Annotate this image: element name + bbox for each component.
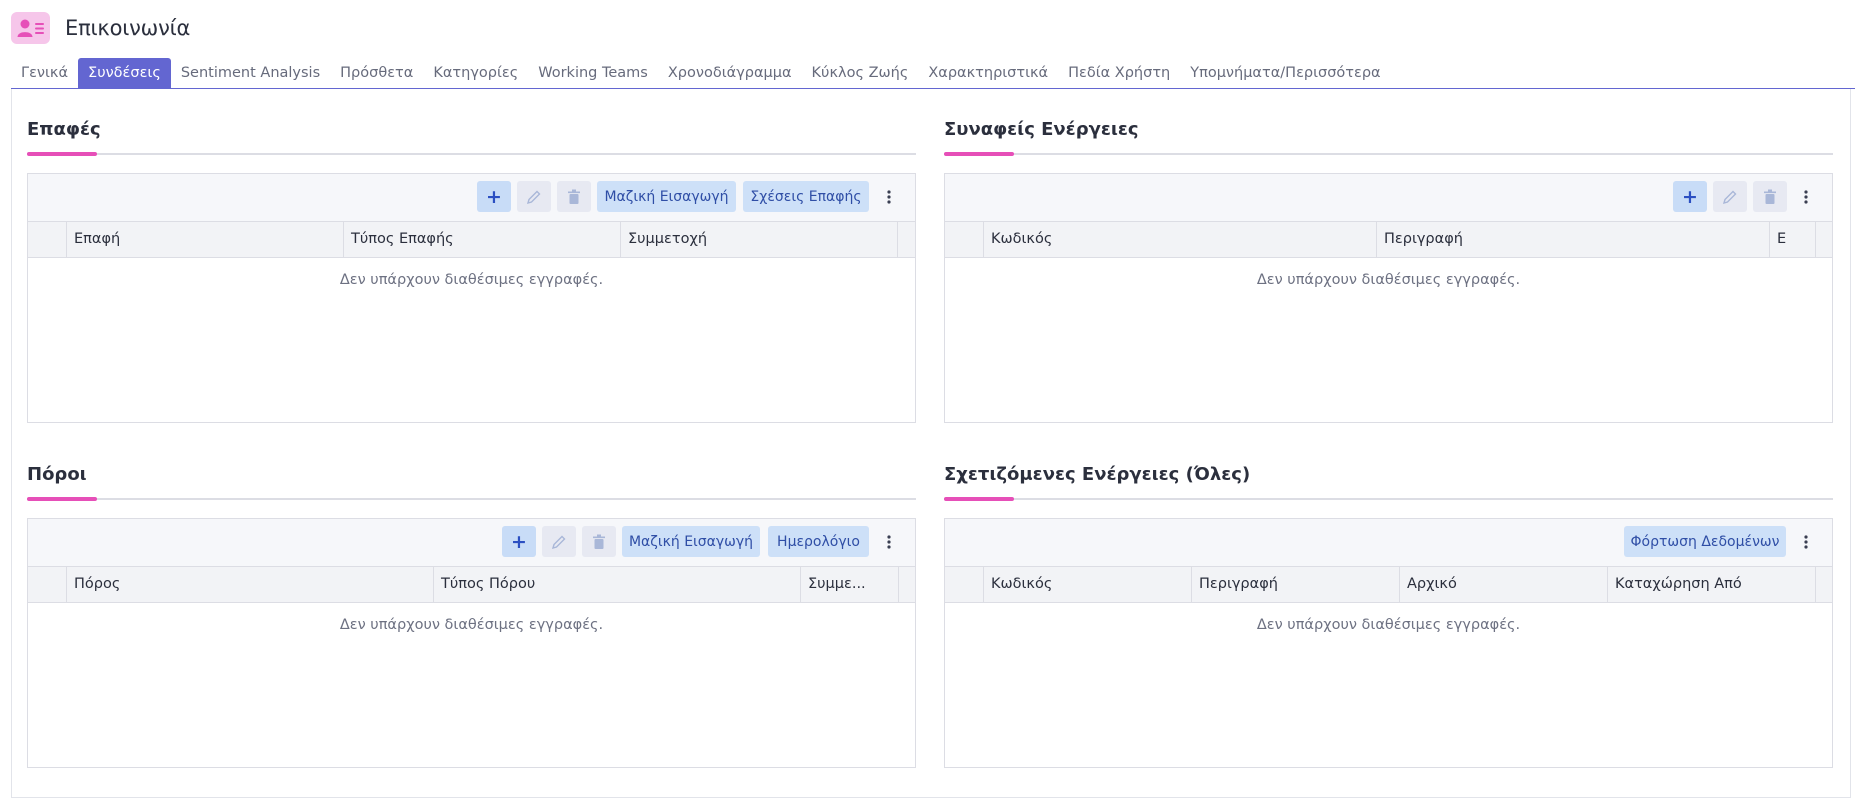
kebab-menu-icon — [887, 189, 891, 204]
section-divider — [27, 153, 916, 155]
tab-sentiment-analysis[interactable]: Sentiment Analysis — [171, 58, 330, 89]
trash-icon — [568, 189, 580, 204]
mass-import-button[interactable]: Μαζική Εισαγωγή — [622, 526, 760, 557]
column-header[interactable]: Τύπος Επαφής — [344, 222, 621, 257]
pencil-icon — [526, 190, 541, 204]
all-related-actions-title: Σχετιζόμενες Ενέργειες (Όλες) — [944, 464, 1251, 485]
section-accent — [944, 497, 1014, 501]
more-options-button[interactable] — [880, 526, 898, 557]
empty-message: Δεν υπάρχουν διαθέσιμες εγγραφές. — [339, 272, 604, 288]
section-accent — [27, 497, 97, 501]
empty-message: Δεν υπάρχουν διαθέσιμες εγγραφές. — [339, 617, 604, 633]
resources-panel: Πόροι + Μαζική Εισαγωγή Ημερολόγιο Πόρος… — [27, 434, 916, 779]
tab-categories[interactable]: Κατηγορίες — [423, 58, 528, 89]
page-title: Επικοινωνία — [65, 16, 191, 40]
kebab-menu-icon — [1804, 534, 1808, 549]
column-header[interactable]: Περιγραφή — [1377, 222, 1770, 257]
select-column[interactable] — [945, 222, 984, 257]
resources-toolbar: + Μαζική Εισαγωγή Ημερολόγιο — [28, 519, 915, 567]
section-accent — [27, 152, 97, 156]
kebab-menu-icon — [1804, 189, 1808, 204]
section-divider — [944, 153, 1833, 155]
kebab-menu-icon — [887, 534, 891, 549]
tab-connections[interactable]: Συνδέσεις — [78, 58, 171, 89]
edit-button[interactable] — [517, 181, 551, 212]
select-column[interactable] — [28, 222, 67, 257]
column-header[interactable]: Αρχικό — [1400, 567, 1608, 602]
resources-title: Πόροι — [27, 464, 87, 485]
load-data-button[interactable]: Φόρτωση Δεδομένων — [1624, 526, 1786, 557]
column-header[interactable]: Κωδικός — [984, 222, 1377, 257]
tab-bar: Γενικά Συνδέσεις Sentiment Analysis Πρόσ… — [11, 58, 1855, 89]
tab-general[interactable]: Γενικά — [11, 58, 78, 89]
related-actions-toolbar: + — [945, 174, 1832, 222]
column-header[interactable]: Πόρος — [67, 567, 434, 602]
all-related-actions-grid: Φόρτωση Δεδομένων Κωδικός Περιγραφή Αρχι… — [944, 518, 1833, 768]
contacts-panel: Επαφές + Μαζική Εισαγωγή Σχέσεις Επαφής — [27, 89, 916, 434]
add-button[interactable]: + — [477, 181, 511, 212]
column-header[interactable]: Περιγραφή — [1192, 567, 1400, 602]
pencil-icon — [1722, 190, 1737, 204]
contacts-header-row: Επαφή Τύπος Επαφής Συμμετοχή — [28, 222, 915, 258]
tab-extras[interactable]: Πρόσθετα — [330, 58, 423, 89]
column-header[interactable]: Κωδικός — [984, 567, 1192, 602]
related-actions-panel: Συναφείς Ενέργειες + Κωδικός Περιγραφή Ε… — [944, 89, 1833, 434]
add-button[interactable]: + — [502, 526, 536, 557]
more-options-button[interactable] — [880, 181, 898, 212]
pencil-icon — [551, 535, 566, 549]
empty-message: Δεν υπάρχουν διαθέσιμες εγγραφές. — [1256, 272, 1521, 288]
column-header[interactable]: Επαφή — [67, 222, 344, 257]
contact-card-icon — [11, 12, 50, 44]
tab-content: Επαφές + Μαζική Εισαγωγή Σχέσεις Επαφής — [11, 89, 1851, 798]
column-header[interactable]: Καταχώρηση Από — [1608, 567, 1816, 602]
app-header: Επικοινωνία — [11, 12, 190, 44]
contacts-toolbar: + Μαζική Εισαγωγή Σχέσεις Επαφής — [28, 174, 915, 222]
tab-schedule[interactable]: Χρονοδιάγραμμα — [658, 58, 802, 89]
column-header[interactable]: Ε — [1770, 222, 1816, 257]
trash-icon — [1764, 189, 1776, 204]
contact-relations-button[interactable]: Σχέσεις Επαφής — [743, 181, 869, 212]
column-header[interactable]: Συμμετοχή — [621, 222, 898, 257]
add-button[interactable]: + — [1673, 181, 1707, 212]
more-options-button[interactable] — [1797, 181, 1815, 212]
contacts-grid: + Μαζική Εισαγωγή Σχέσεις Επαφής Επαφή Τ… — [27, 173, 916, 423]
tab-user-fields[interactable]: Πεδία Χρήστη — [1058, 58, 1180, 89]
section-accent — [944, 152, 1014, 156]
related-actions-grid: + Κωδικός Περιγραφή Ε Δεν υπάρχουν διαθέ… — [944, 173, 1833, 423]
tab-working-teams[interactable]: Working Teams — [528, 58, 658, 89]
section-divider — [27, 498, 916, 500]
related-actions-header-row: Κωδικός Περιγραφή Ε — [945, 222, 1832, 258]
trash-icon — [593, 534, 605, 549]
edit-button[interactable] — [542, 526, 576, 557]
column-header[interactable]: Συμμε... — [801, 567, 899, 602]
related-actions-title: Συναφείς Ενέργειες — [944, 119, 1139, 140]
all-related-actions-panel: Σχετιζόμενες Ενέργειες (Όλες) Φόρτωση Δε… — [944, 434, 1833, 779]
delete-button[interactable] — [582, 526, 616, 557]
section-divider — [944, 498, 1833, 500]
select-column[interactable] — [945, 567, 984, 602]
more-options-button[interactable] — [1797, 526, 1815, 557]
tab-lifecycle[interactable]: Κύκλος Ζωής — [802, 58, 919, 89]
delete-button[interactable] — [557, 181, 591, 212]
empty-message: Δεν υπάρχουν διαθέσιμες εγγραφές. — [1256, 617, 1521, 633]
select-column[interactable] — [28, 567, 67, 602]
resources-grid: + Μαζική Εισαγωγή Ημερολόγιο Πόρος Τύπος… — [27, 518, 916, 768]
tab-characteristics[interactable]: Χαρακτηριστικά — [918, 58, 1058, 89]
all-related-actions-header-row: Κωδικός Περιγραφή Αρχικό Καταχώρηση Από — [945, 567, 1832, 603]
delete-button[interactable] — [1753, 181, 1787, 212]
resources-header-row: Πόρος Τύπος Πόρου Συμμε... — [28, 567, 915, 603]
calendar-button[interactable]: Ημερολόγιο — [768, 526, 869, 557]
tab-notes-more[interactable]: Υπομνήματα/Περισσότερα — [1180, 58, 1390, 89]
all-related-actions-toolbar: Φόρτωση Δεδομένων — [945, 519, 1832, 567]
edit-button[interactable] — [1713, 181, 1747, 212]
column-header[interactable]: Τύπος Πόρου — [434, 567, 801, 602]
mass-import-button[interactable]: Μαζική Εισαγωγή — [597, 181, 736, 212]
contacts-title: Επαφές — [27, 119, 101, 140]
